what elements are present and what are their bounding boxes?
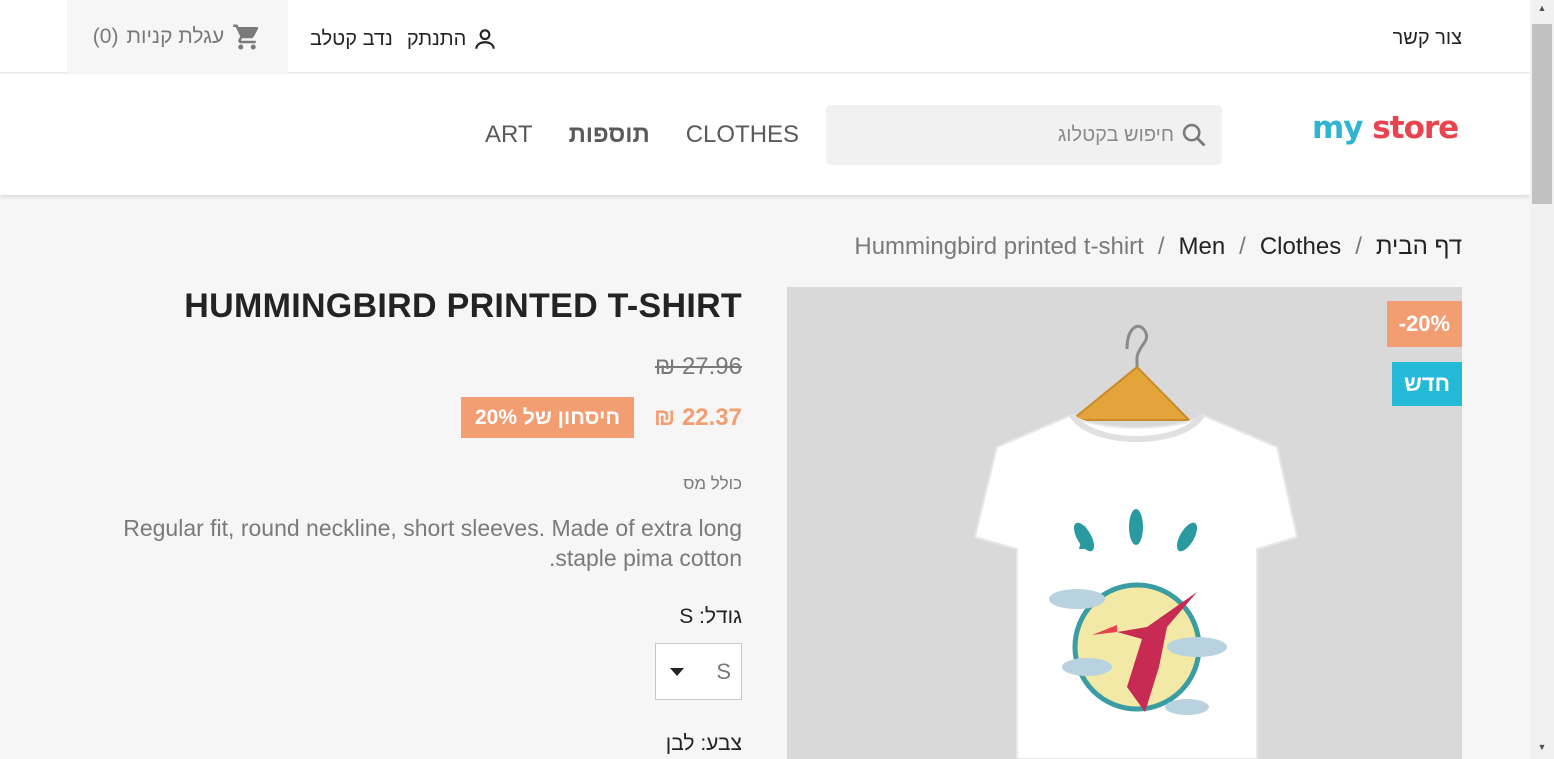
shopping-cart-icon <box>233 24 259 49</box>
user-info: התנתק נדב קטלב <box>310 22 498 56</box>
search-icon[interactable] <box>1180 121 1208 149</box>
header: my store חיפוש בקטלוג CLOTHES תוספות ART <box>0 74 1530 195</box>
logo-text-store: store <box>1362 110 1459 146</box>
store-logo[interactable]: my store <box>1312 110 1459 146</box>
current-price: 22.37 ₪ <box>654 403 742 431</box>
tax-label: כולל מס <box>683 474 742 493</box>
product-image[interactable]: -20% חדש <box>787 287 1462 759</box>
contact-link[interactable]: צור קשר <box>1393 27 1462 50</box>
scroll-thumb[interactable] <box>1532 24 1552 204</box>
discount-badge: חיסחון של 20% <box>460 397 635 438</box>
menu-item-art[interactable]: ART <box>485 121 533 149</box>
page-scrollbar[interactable]: ▲ ▼ <box>1530 0 1554 759</box>
account-name-link[interactable]: נדב קטלב <box>310 28 393 51</box>
size-label: גודל: S <box>679 605 742 628</box>
breadcrumb-home[interactable]: דף הבית <box>1376 233 1462 261</box>
color-label: צבע: לבן <box>665 732 742 755</box>
cart-button[interactable]: עגלת קניות (0) <box>67 0 288 73</box>
product-description: Regular fit, round neckline, short sleev… <box>123 515 742 571</box>
main-menu: CLOTHES תוספות ART <box>485 121 799 149</box>
price-row: 22.37 ₪ חיסחון של 20% <box>460 397 742 438</box>
logout-label: התנתק <box>406 27 467 50</box>
breadcrumb-clothes[interactable]: Clothes <box>1260 233 1341 261</box>
caret-down-icon <box>670 667 684 676</box>
logo-text-my: my <box>1312 110 1364 146</box>
breadcrumb-separator: / <box>1157 233 1165 260</box>
breadcrumb-separator: / <box>1239 233 1246 260</box>
user-icon <box>475 29 496 49</box>
regular-price: 27.96 ₪ <box>654 353 742 380</box>
size-value: S <box>716 658 731 684</box>
top-nav: צור קשר התנתק נדב קטלב עגלת קניות (0) <box>0 0 1530 73</box>
logout-link[interactable]: התנתק <box>407 26 499 52</box>
menu-item-accessories[interactable]: תוספות <box>569 121 650 149</box>
cart-count: (0) <box>92 24 119 48</box>
breadcrumb-men[interactable]: Men <box>1178 233 1225 261</box>
tshirt-image <box>787 287 1462 759</box>
cart-label: עגלת קניות <box>126 24 225 48</box>
discount-flag: -20% <box>1386 301 1462 347</box>
scroll-down-arrow[interactable]: ▼ <box>1530 739 1554 755</box>
breadcrumb-separator: / <box>1355 233 1362 260</box>
new-flag: חדש <box>1392 362 1462 406</box>
breadcrumb-current: Hummingbird printed t-shirt <box>854 233 1144 260</box>
search-field[interactable]: חיפוש בקטלוג <box>826 105 1222 165</box>
product-title: HUMMINGBIRD PRINTED T-SHIRT <box>184 287 742 325</box>
menu-item-clothes[interactable]: CLOTHES <box>686 121 799 149</box>
size-select[interactable]: S <box>655 643 742 700</box>
breadcrumb: דף הבית / Clothes / Men / Hummingbird pr… <box>854 233 1462 261</box>
scroll-up-arrow[interactable]: ▲ <box>1530 0 1554 16</box>
search-input[interactable]: חיפוש בקטלוג <box>1058 124 1174 147</box>
